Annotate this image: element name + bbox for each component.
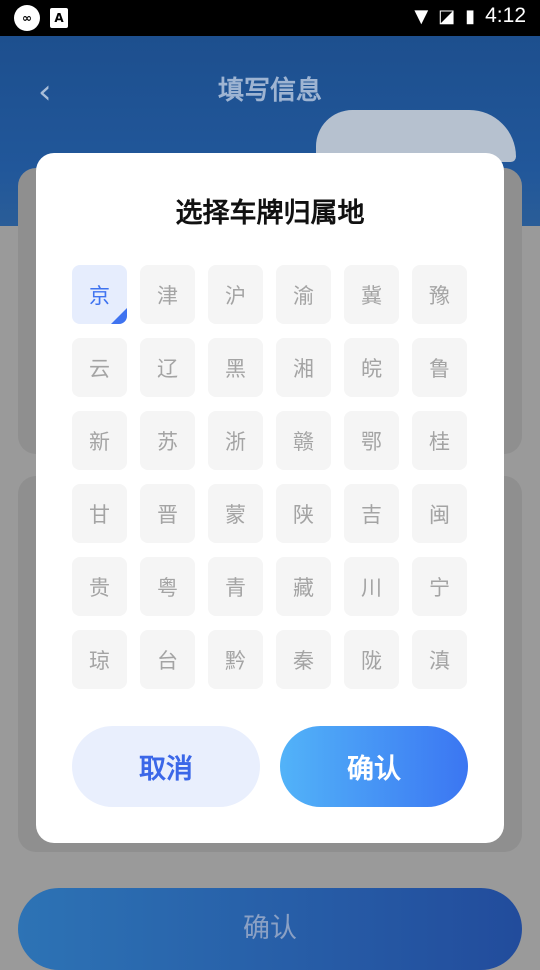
province-cell[interactable]: 陕 (276, 484, 331, 543)
province-cell[interactable]: 黔 (208, 630, 263, 689)
province-cell[interactable]: 陇 (344, 630, 399, 689)
province-cell[interactable]: 台 (140, 630, 195, 689)
province-cell[interactable]: 藏 (276, 557, 331, 616)
province-cell[interactable]: 豫 (412, 265, 467, 324)
province-cell[interactable]: 青 (208, 557, 263, 616)
app-notification-icon: ∞ (14, 5, 40, 31)
province-cell[interactable]: 滇 (412, 630, 467, 689)
province-cell[interactable]: 川 (344, 557, 399, 616)
confirm-button[interactable]: 确认 (280, 726, 468, 807)
province-cell[interactable]: 闽 (412, 484, 467, 543)
province-cell[interactable]: 琼 (72, 630, 127, 689)
province-cell[interactable]: 贵 (72, 557, 127, 616)
province-cell[interactable]: 沪 (208, 265, 263, 324)
province-picker-dialog: 选择车牌归属地 京津沪渝冀豫云辽黑湘皖鲁新苏浙赣鄂桂甘晋蒙陕吉闽贵粤青藏川宁琼台… (36, 153, 504, 843)
status-bar: ∞ A ▼ ◪ ▮ 4:12 (0, 0, 540, 36)
wifi-icon: ▼ (414, 5, 429, 27)
page-confirm-button[interactable]: 确认 (18, 888, 522, 970)
battery-icon: ▮ (465, 5, 476, 27)
page-title: 填写信息 (217, 76, 322, 106)
province-cell[interactable]: 蒙 (208, 484, 263, 543)
province-cell[interactable]: 湘 (276, 338, 331, 397)
province-cell[interactable]: 晋 (140, 484, 195, 543)
province-cell[interactable]: 浙 (208, 411, 263, 470)
province-cell[interactable]: 鄂 (344, 411, 399, 470)
province-cell[interactable]: 京 (72, 265, 127, 324)
province-cell[interactable]: 鲁 (412, 338, 467, 397)
province-cell[interactable]: 皖 (344, 338, 399, 397)
province-cell[interactable]: 新 (72, 411, 127, 470)
province-cell[interactable]: 津 (140, 265, 195, 324)
province-cell[interactable]: 粤 (140, 557, 195, 616)
province-cell[interactable]: 渝 (276, 265, 331, 324)
no-signal-icon: ◪ (438, 5, 456, 27)
province-cell[interactable]: 宁 (412, 557, 467, 616)
province-cell[interactable]: 辽 (140, 338, 195, 397)
province-cell[interactable]: 甘 (72, 484, 127, 543)
province-cell[interactable]: 苏 (140, 411, 195, 470)
province-cell[interactable]: 吉 (344, 484, 399, 543)
dialog-title: 选择车牌归属地 (175, 198, 365, 229)
cancel-button[interactable]: 取消 (72, 726, 260, 807)
province-cell[interactable]: 冀 (344, 265, 399, 324)
clock: 4:12 (485, 4, 526, 27)
province-cell[interactable]: 赣 (276, 411, 331, 470)
province-cell[interactable]: 云 (72, 338, 127, 397)
province-cell[interactable]: 黑 (208, 338, 263, 397)
font-notification-icon: A (50, 8, 68, 28)
province-cell[interactable]: 桂 (412, 411, 467, 470)
province-cell[interactable]: 秦 (276, 630, 331, 689)
